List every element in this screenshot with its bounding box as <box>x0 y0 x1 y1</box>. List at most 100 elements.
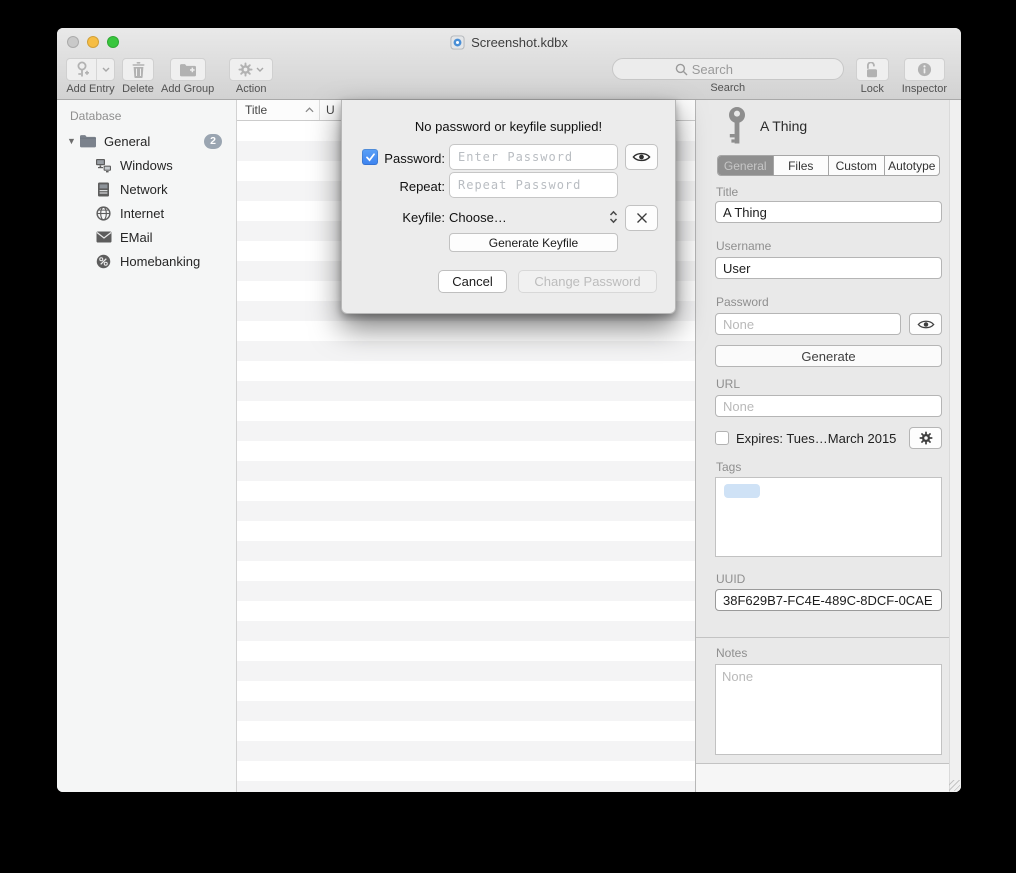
tab-general[interactable]: General <box>718 156 773 175</box>
keyfile-popup[interactable]: Choose… <box>449 205 619 229</box>
username-field[interactable] <box>715 257 942 279</box>
folder-icon <box>79 134 97 148</box>
search-icon <box>675 63 688 76</box>
search-field[interactable] <box>612 58 844 80</box>
inspector-scrollbar[interactable] <box>949 100 961 792</box>
add-group-button[interactable]: Add Group <box>161 58 214 95</box>
sidebar-item-internet[interactable]: Internet <box>57 201 236 225</box>
keyfile-popup-value: Choose… <box>449 210 507 225</box>
inspector-label: Inspector <box>902 83 947 95</box>
sidebar: Database ▼ General 2 Windows <box>57 100 237 792</box>
screen: Screenshot.kdbx Add Entry <box>0 0 1016 873</box>
action-button[interactable]: Action <box>229 58 273 95</box>
add-group-label: Add Group <box>161 83 214 95</box>
search-area: Search <box>612 58 844 94</box>
cancel-button[interactable]: Cancel <box>438 270 507 293</box>
notes-field[interactable] <box>715 664 942 755</box>
key-plus-icon <box>67 59 97 80</box>
traffic-lights <box>67 36 119 48</box>
search-label: Search <box>710 82 745 94</box>
close-button[interactable] <box>67 36 79 48</box>
repeat-password-input[interactable] <box>449 172 618 198</box>
sidebar-item-network[interactable]: Network <box>57 177 236 201</box>
eye-icon <box>632 151 651 163</box>
entry-title: A Thing <box>760 118 807 134</box>
sidebar-item-homebanking[interactable]: Homebanking <box>57 249 236 273</box>
keyfile-label: Keyfile: <box>342 210 445 225</box>
folder-plus-icon <box>179 63 197 77</box>
password-field[interactable] <box>715 313 901 335</box>
generate-password-button[interactable]: Generate <box>715 345 942 367</box>
sheet-message: No password or keyfile supplied! <box>342 119 675 134</box>
window-title: Screenshot.kdbx <box>471 35 568 50</box>
network-computers-icon <box>95 158 112 173</box>
key-icon <box>726 106 748 146</box>
sidebar-item-general[interactable]: ▼ General 2 <box>57 129 236 153</box>
tab-files[interactable]: Files <box>773 156 829 175</box>
gear-icon <box>919 431 933 445</box>
inspector-panel: A Thing General Files Custom Autotype Ti… <box>695 100 961 792</box>
close-x-icon <box>636 212 648 224</box>
notes-field-label: Notes <box>716 646 747 660</box>
search-input[interactable] <box>692 62 822 77</box>
sidebar-item-label: Internet <box>120 206 164 221</box>
sidebar-item-label: EMail <box>120 230 153 245</box>
password-field-label: Password <box>716 295 769 309</box>
column-header-title[interactable]: Title <box>237 100 320 120</box>
delete-button[interactable]: Delete <box>122 58 154 95</box>
uuid-field[interactable] <box>715 589 942 611</box>
tab-autotype[interactable]: Autotype <box>884 156 940 175</box>
divider <box>696 637 949 638</box>
globe-icon <box>95 206 112 221</box>
enter-password-input[interactable] <box>449 144 618 170</box>
reveal-password-button[interactable] <box>625 144 658 170</box>
resize-grip[interactable] <box>949 780 960 791</box>
password-label: Password: <box>342 151 445 166</box>
sidebar-item-label: Windows <box>120 158 173 173</box>
title-field-label: Title <box>716 185 738 199</box>
percent-icon <box>95 254 112 269</box>
trash-icon <box>132 62 145 78</box>
lock-icon <box>865 62 879 78</box>
tab-custom[interactable]: Custom <box>828 156 884 175</box>
zoom-button[interactable] <box>107 36 119 48</box>
action-label: Action <box>236 83 267 95</box>
popup-stepper-icon <box>608 210 619 224</box>
reveal-password-button[interactable] <box>909 313 942 335</box>
generate-keyfile-button[interactable]: Generate Keyfile <box>449 233 618 252</box>
server-icon <box>95 182 112 197</box>
lock-label: Lock <box>861 83 884 95</box>
document-proxy-icon[interactable] <box>450 35 465 50</box>
title-field[interactable] <box>715 201 942 223</box>
change-password-sheet: No password or keyfile supplied! Passwor… <box>341 100 676 314</box>
username-field-label: Username <box>716 239 771 253</box>
clear-keyfile-button[interactable] <box>625 205 658 231</box>
uuid-field-label: UUID <box>716 572 745 586</box>
tags-field-label: Tags <box>716 460 741 474</box>
url-field-label: URL <box>716 377 740 391</box>
add-entry-button[interactable]: Add Entry <box>66 58 115 95</box>
gear-icon <box>238 62 253 77</box>
info-icon <box>917 62 932 77</box>
app-window: Screenshot.kdbx Add Entry <box>57 28 961 792</box>
url-field[interactable] <box>715 395 942 417</box>
inspector-footer <box>696 764 949 792</box>
expires-checkbox[interactable] <box>715 431 729 445</box>
window-chrome: Screenshot.kdbx Add Entry <box>57 28 961 100</box>
delete-label: Delete <box>122 83 154 95</box>
tag-pill[interactable] <box>724 484 760 498</box>
change-password-button[interactable]: Change Password <box>518 270 657 293</box>
sidebar-item-email[interactable]: EMail <box>57 225 236 249</box>
expires-settings-button[interactable] <box>909 427 942 449</box>
inspector-button[interactable]: Inspector <box>902 58 947 95</box>
tags-box[interactable] <box>715 477 942 557</box>
sidebar-item-windows[interactable]: Windows <box>57 153 236 177</box>
minimize-button[interactable] <box>87 36 99 48</box>
action-chevron-icon <box>256 67 264 72</box>
titlebar[interactable]: Screenshot.kdbx <box>57 28 961 56</box>
eye-icon <box>917 319 935 330</box>
lock-button[interactable]: Lock <box>856 58 889 95</box>
add-entry-dropdown[interactable] <box>97 59 114 80</box>
disclosure-triangle-icon[interactable]: ▼ <box>67 136 79 146</box>
sidebar-section-header: Database <box>57 100 236 129</box>
